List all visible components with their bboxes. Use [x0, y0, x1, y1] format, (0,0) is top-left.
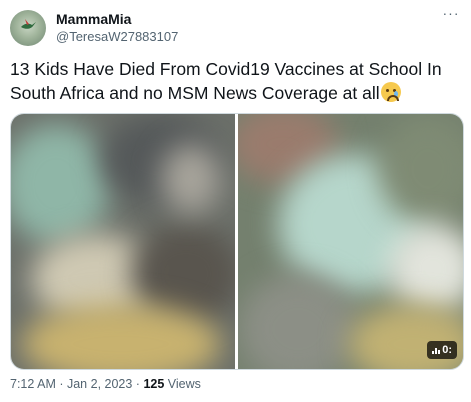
tweet-body: 13 Kids Have Died From Covid19 Vaccines … [10, 59, 442, 103]
views-label: Views [164, 377, 201, 391]
author-handle[interactable]: @TeresaW27883107 [56, 28, 178, 46]
tweet-date[interactable]: Jan 2, 2023 [67, 377, 132, 391]
crying-face-emoji-icon [380, 82, 401, 102]
hummingbird-icon [21, 19, 36, 29]
views-count[interactable]: 125 [143, 377, 164, 391]
tweet-time[interactable]: 7:12 AM [10, 377, 56, 391]
tweet-meta: 7:12 AM · Jan 2, 2023 · 125 Views [10, 377, 201, 391]
tweet-text: 13 Kids Have Died From Covid19 Vaccines … [10, 57, 460, 105]
tweet-header: MammaMia @TeresaW27883107 ··· [10, 6, 461, 48]
author-names: MammaMia @TeresaW27883107 [56, 10, 178, 46]
view-count-badge: 0: [427, 341, 457, 359]
author-display-name[interactable]: MammaMia [56, 10, 178, 28]
separator: · [132, 377, 144, 391]
more-icon[interactable]: ··· [441, 6, 461, 22]
avatar[interactable] [10, 10, 46, 46]
separator: · [55, 377, 67, 391]
views-bars-icon [432, 346, 441, 354]
media-image-left[interactable] [11, 114, 235, 369]
media-grid[interactable]: 0: [10, 113, 464, 370]
media-image-right[interactable]: 0: [238, 114, 463, 369]
